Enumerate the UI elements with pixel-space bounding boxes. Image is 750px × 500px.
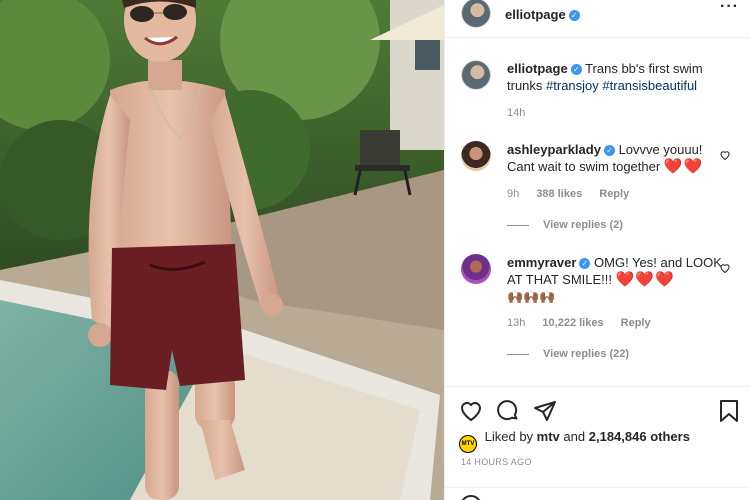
reply-button[interactable]: Reply <box>599 188 629 200</box>
mtv-avatar[interactable]: MTV <box>459 435 477 453</box>
replies-divider <box>507 353 529 355</box>
post-side-panel: elliotpage ✓ ··· elliotpage ✓ Trans bb's f… <box>444 0 750 500</box>
commenter-avatar[interactable] <box>461 254 491 284</box>
like-comment-heart-icon[interactable] <box>719 262 731 274</box>
like-comment-heart-icon[interactable] <box>719 149 731 161</box>
add-comment-bar <box>445 487 750 500</box>
comment-likes[interactable]: 388 likes <box>536 188 582 200</box>
view-replies-button[interactable]: View replies (22) <box>507 348 629 360</box>
caption-body: elliotpage ✓ Trans bb's first swim trunks… <box>507 60 732 94</box>
verified-badge-icon: ✓ <box>603 145 615 156</box>
heart-icon[interactable] <box>459 399 483 423</box>
emoji-icon[interactable] <box>459 494 483 500</box>
hashtag-link[interactable]: #transisbeautiful <box>602 78 697 93</box>
reply-button[interactable]: Reply <box>621 317 651 329</box>
liker-username[interactable]: mtv <box>537 429 560 444</box>
author-avatar[interactable] <box>461 0 491 28</box>
verified-badge-icon: ✓ <box>568 10 580 21</box>
commenter-avatar[interactable] <box>461 141 491 171</box>
caption-avatar[interactable] <box>461 60 491 90</box>
likes-prefix: Liked by <box>484 429 534 444</box>
caption-time[interactable]: 14h <box>507 107 525 119</box>
comment-meta: 9h 388 likes Reply <box>507 188 643 200</box>
author-username[interactable]: elliotpage <box>505 7 566 22</box>
comment-bubble-icon[interactable] <box>496 399 520 423</box>
more-dots-icon[interactable]: ··· <box>720 0 739 16</box>
comment-likes[interactable]: 10,222 likes <box>542 317 603 329</box>
comment-body: emmyraver ✓ OMG! Yes! and LOOK AT THAT SM… <box>507 254 732 305</box>
comment-time[interactable]: 9h <box>507 188 519 200</box>
view-replies-button[interactable]: View replies (2) <box>507 219 623 231</box>
heart-emoji: ❤️❤️❤️ <box>615 271 675 288</box>
bookmark-icon[interactable] <box>718 399 740 423</box>
comment-username[interactable]: emmyraver <box>507 255 576 270</box>
post-photo[interactable] <box>0 0 444 500</box>
post-header: elliotpage ✓ ··· <box>445 0 750 38</box>
post-actions: MTV Liked by mtv and 2,184,846 others 14… <box>445 386 750 500</box>
caption-username[interactable]: elliotpage <box>507 61 568 76</box>
comment-body: ashleyparklady ✓ Lovvve youuu! Cant wait … <box>507 141 732 175</box>
post-timestamp[interactable]: 14 HOURS AGO <box>461 457 532 467</box>
comment-time[interactable]: 13h <box>507 317 525 329</box>
verified-badge-icon: ✓ <box>570 64 582 75</box>
view-replies-label: View replies (22) <box>543 348 630 360</box>
likes-joiner: and <box>563 429 586 444</box>
raised-hands-emoji: 🙌🏾🙌🏾🙌🏾 <box>507 289 556 304</box>
heart-emoji: ❤️❤️ <box>663 158 704 175</box>
photo-scene <box>0 0 444 500</box>
caption-meta: 14h <box>507 107 539 119</box>
replies-divider <box>507 224 529 226</box>
comment-username[interactable]: ashleyparklady <box>507 142 601 157</box>
author-name-wrap: elliotpage ✓ <box>505 6 580 24</box>
comment-meta: 13h 10,222 likes Reply <box>507 317 665 329</box>
likes-summary: MTV Liked by mtv and 2,184,846 others <box>459 429 690 453</box>
view-replies-label: View replies (2) <box>543 219 623 231</box>
hashtag-link[interactable]: #transjoy <box>546 78 599 93</box>
paper-plane-icon[interactable] <box>533 399 557 423</box>
likes-others-link[interactable]: 2,184,846 others <box>589 429 690 444</box>
verified-badge-icon: ✓ <box>579 258 591 269</box>
